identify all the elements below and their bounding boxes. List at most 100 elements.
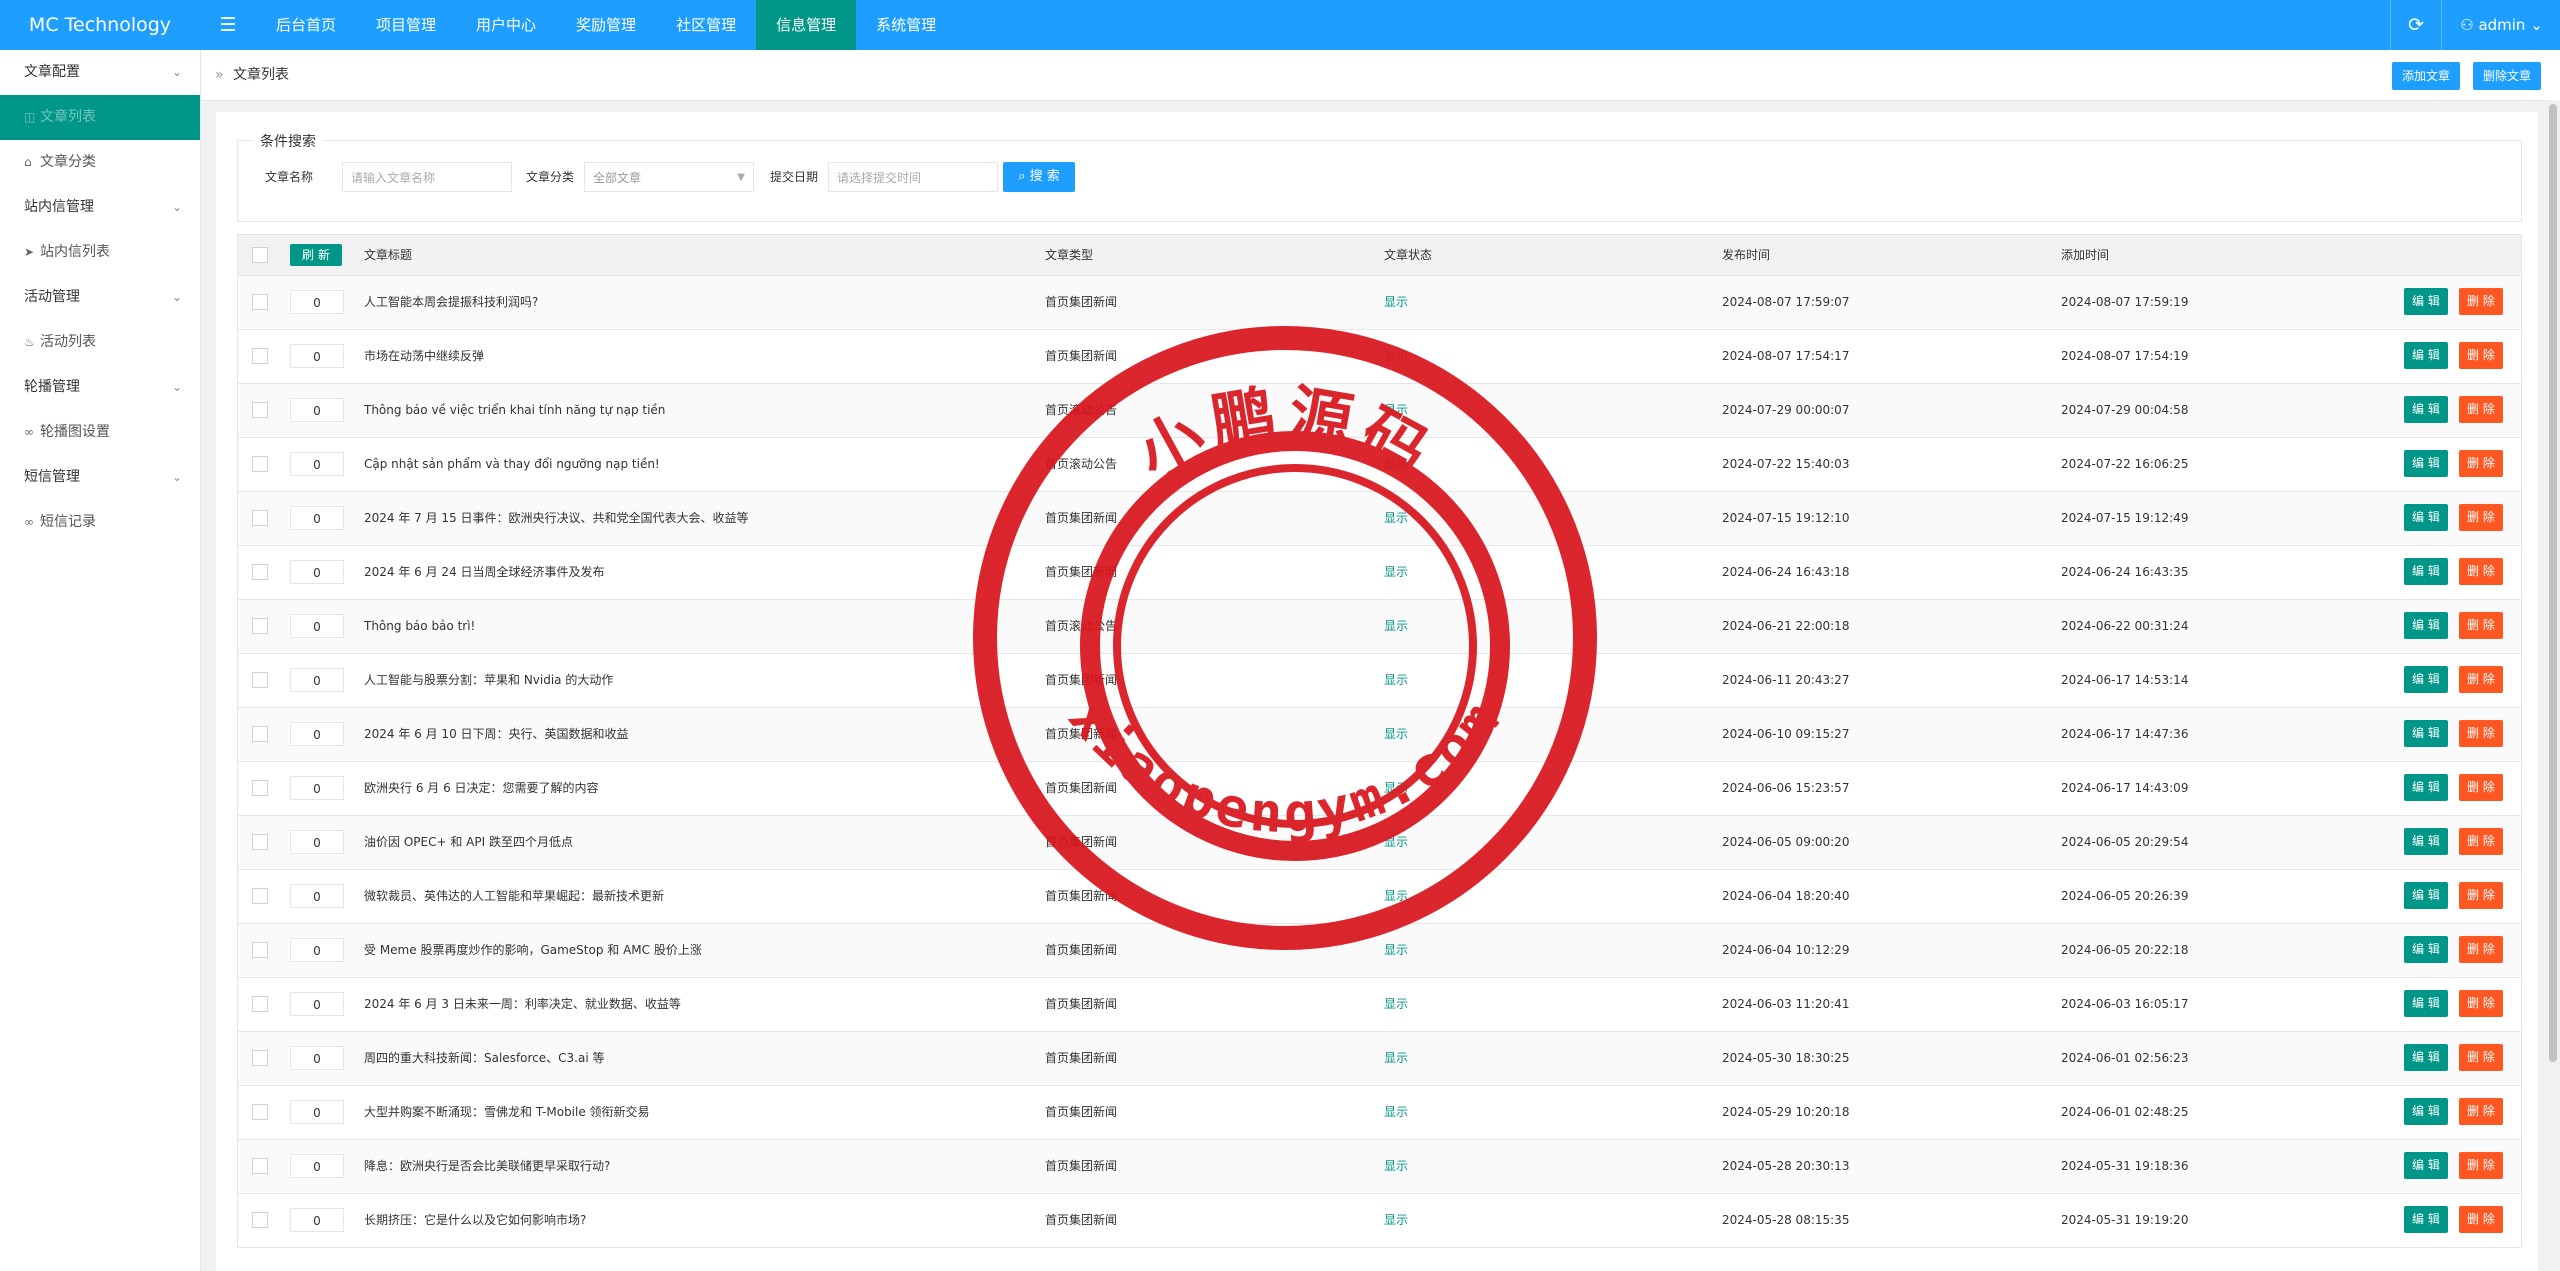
row-checkbox[interactable] [252, 726, 268, 742]
nav-item-5[interactable]: 信息管理 [756, 0, 857, 50]
row-checkbox[interactable] [252, 1050, 268, 1066]
row-checkbox[interactable] [252, 888, 268, 904]
delete-button[interactable]: 删 除 [2459, 1206, 2503, 1233]
sidebar-item-10[interactable]: ∞ 短信记录 [0, 500, 200, 545]
row-checkbox[interactable] [252, 834, 268, 850]
row-checkbox[interactable] [252, 348, 268, 364]
edit-button[interactable]: 编 辑 [2404, 288, 2448, 315]
sidebar-item-5[interactable]: 活动管理 ⌄ [0, 275, 200, 320]
add-article-button[interactable]: 添加文章 [2392, 62, 2461, 90]
nav-item-1[interactable]: 项目管理 [356, 0, 456, 50]
row-checkbox[interactable] [252, 1212, 268, 1228]
sidebar-item-6[interactable]: ♨ 活动列表 [0, 320, 200, 365]
edit-button[interactable]: 编 辑 [2404, 450, 2448, 477]
row-checkbox[interactable] [252, 996, 268, 1012]
sort-order-input[interactable]: 0 [290, 614, 344, 638]
delete-button[interactable]: 删 除 [2459, 666, 2503, 693]
delete-button[interactable]: 删 除 [2459, 828, 2503, 855]
delete-button[interactable]: 删 除 [2459, 342, 2503, 369]
delete-button[interactable]: 删 除 [2459, 450, 2503, 477]
app-logo[interactable]: MC Technology [0, 0, 200, 50]
delete-button[interactable]: 删 除 [2459, 288, 2503, 315]
edit-button[interactable]: 编 辑 [2404, 342, 2448, 369]
sidebar-item-2[interactable]: ⌂ 文章分类 [0, 140, 200, 185]
submit-date-input[interactable]: 请选择提交时间 [828, 162, 998, 192]
sort-order-input[interactable]: 0 [290, 830, 344, 854]
edit-button[interactable]: 编 辑 [2404, 1098, 2448, 1125]
scroll-thumb[interactable] [2549, 104, 2557, 1062]
sidebar-item-0[interactable]: 文章配置 ⌄ [0, 50, 200, 95]
delete-button[interactable]: 删 除 [2459, 612, 2503, 639]
edit-button[interactable]: 编 辑 [2404, 828, 2448, 855]
sort-order-input[interactable]: 0 [290, 938, 344, 962]
delete-button[interactable]: 删 除 [2459, 1098, 2503, 1125]
nav-item-4[interactable]: 社区管理 [656, 0, 756, 50]
article-name-input[interactable]: 请输入文章名称 [342, 162, 512, 192]
row-checkbox[interactable] [252, 402, 268, 418]
user-menu[interactable]: ⚇ admin ⌄ [2441, 0, 2560, 50]
row-checkbox[interactable] [252, 510, 268, 526]
edit-button[interactable]: 编 辑 [2404, 1152, 2448, 1179]
sort-order-input[interactable]: 0 [290, 776, 344, 800]
row-checkbox[interactable] [252, 456, 268, 472]
sort-order-input[interactable]: 0 [290, 452, 344, 476]
edit-button[interactable]: 编 辑 [2404, 612, 2448, 639]
sidebar-item-7[interactable]: 轮播管理 ⌄ [0, 365, 200, 410]
sort-order-input[interactable]: 0 [290, 884, 344, 908]
edit-button[interactable]: 编 辑 [2404, 1206, 2448, 1233]
select-all-checkbox[interactable] [252, 247, 268, 263]
row-checkbox[interactable] [252, 564, 268, 580]
delete-button[interactable]: 删 除 [2459, 774, 2503, 801]
article-type-select[interactable]: 全部文章 ▼ [584, 162, 754, 192]
refresh-button[interactable]: 刷 新 [290, 244, 342, 266]
edit-button[interactable]: 编 辑 [2404, 990, 2448, 1017]
sidebar-item-8[interactable]: ∞ 轮播图设置 [0, 410, 200, 455]
menu-toggle-icon[interactable]: ☰ [200, 0, 256, 50]
sort-order-input[interactable]: 0 [290, 560, 344, 584]
search-button[interactable]: ⌕ 搜 索 [1003, 162, 1075, 192]
nav-item-3[interactable]: 奖励管理 [556, 0, 656, 50]
sort-order-input[interactable]: 0 [290, 992, 344, 1016]
nav-item-6[interactable]: 系统管理 [856, 0, 956, 50]
edit-button[interactable]: 编 辑 [2404, 1044, 2448, 1071]
row-checkbox[interactable] [252, 780, 268, 796]
edit-button[interactable]: 编 辑 [2404, 558, 2448, 585]
delete-button[interactable]: 删 除 [2459, 882, 2503, 909]
nav-item-2[interactable]: 用户中心 [456, 0, 556, 50]
edit-button[interactable]: 编 辑 [2404, 774, 2448, 801]
sort-order-input[interactable]: 0 [290, 1208, 344, 1232]
delete-button[interactable]: 删 除 [2459, 396, 2503, 423]
sidebar-item-3[interactable]: 站内信管理 ⌄ [0, 185, 200, 230]
row-checkbox[interactable] [252, 294, 268, 310]
edit-button[interactable]: 编 辑 [2404, 666, 2448, 693]
edit-button[interactable]: 编 辑 [2404, 396, 2448, 423]
sidebar-item-9[interactable]: 短信管理 ⌄ [0, 455, 200, 500]
sort-order-input[interactable]: 0 [290, 1100, 344, 1124]
edit-button[interactable]: 编 辑 [2404, 720, 2448, 747]
delete-button[interactable]: 删 除 [2459, 936, 2503, 963]
delete-button[interactable]: 删 除 [2459, 1044, 2503, 1071]
edit-button[interactable]: 编 辑 [2404, 882, 2448, 909]
row-checkbox[interactable] [252, 1104, 268, 1120]
row-checkbox[interactable] [252, 618, 268, 634]
delete-button[interactable]: 删 除 [2459, 504, 2503, 531]
row-checkbox[interactable] [252, 1158, 268, 1174]
edit-button[interactable]: 编 辑 [2404, 504, 2448, 531]
sort-order-input[interactable]: 0 [290, 1154, 344, 1178]
nav-item-0[interactable]: 后台首页 [256, 0, 356, 50]
delete-button[interactable]: 删 除 [2459, 1152, 2503, 1179]
row-checkbox[interactable] [252, 672, 268, 688]
sidebar-item-4[interactable]: ➤ 站内信列表 [0, 230, 200, 275]
edit-button[interactable]: 编 辑 [2404, 936, 2448, 963]
sidebar-item-1[interactable]: ◫ 文章列表 [0, 95, 200, 140]
sort-order-input[interactable]: 0 [290, 1046, 344, 1070]
refresh-icon[interactable]: ⟳ [2390, 0, 2441, 50]
sort-order-input[interactable]: 0 [290, 506, 344, 530]
sort-order-input[interactable]: 0 [290, 290, 344, 314]
sort-order-input[interactable]: 0 [290, 668, 344, 692]
row-checkbox[interactable] [252, 942, 268, 958]
page-scrollbar[interactable] [2546, 100, 2560, 1271]
batch-delete-button[interactable]: 删除文章 [2473, 62, 2542, 90]
sort-order-input[interactable]: 0 [290, 344, 344, 368]
sort-order-input[interactable]: 0 [290, 722, 344, 746]
